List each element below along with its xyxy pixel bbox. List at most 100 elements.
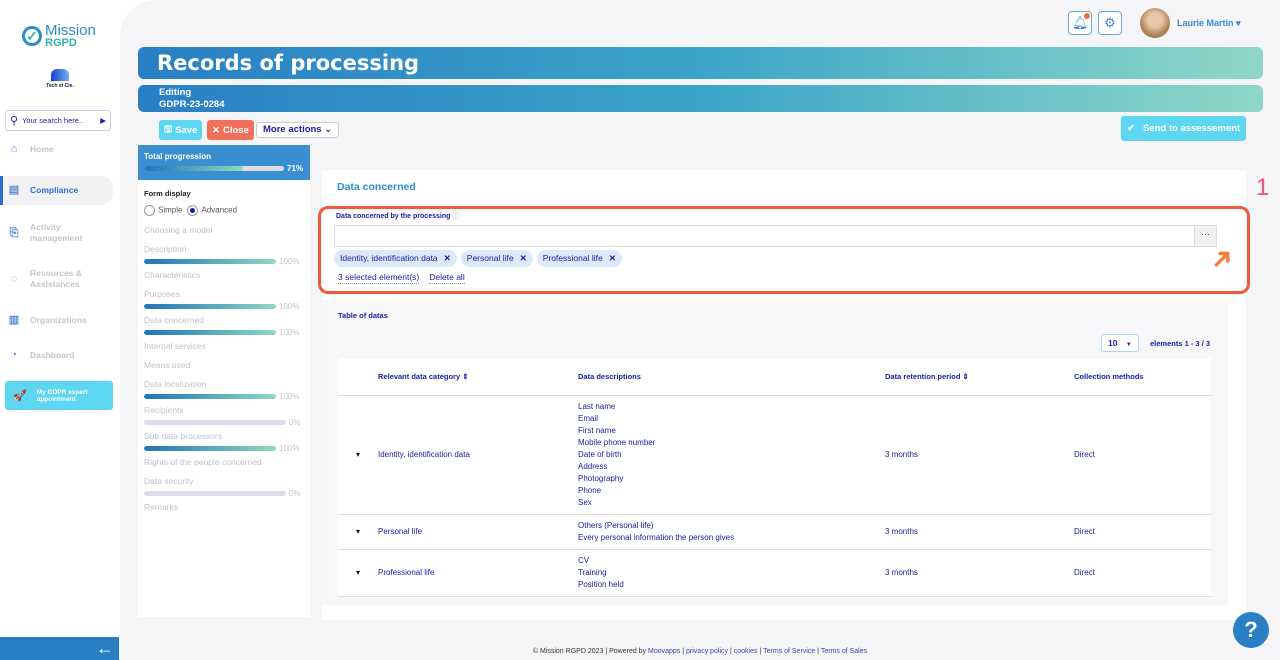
remove-chip-icon[interactable]: ✕ <box>609 253 616 263</box>
step-description[interactable]: Description 100% <box>138 244 310 266</box>
step-means-used[interactable]: Means used <box>138 360 310 370</box>
data-concerned-input[interactable]: ··· <box>334 225 1217 247</box>
sort-icon[interactable]: ⇕ <box>963 372 969 381</box>
copyright: © Mission RGPD 2023 | Powered by <box>532 648 649 655</box>
radio-simple[interactable]: Simple <box>144 205 182 216</box>
total-progress-value: 71% <box>287 164 304 173</box>
play-icon[interactable]: ▶ <box>100 116 106 125</box>
row-method: Direct <box>1074 549 1211 597</box>
save-button[interactable]: 🖫 Save <box>159 120 203 140</box>
page-size-select[interactable]: 10 ▼ <box>1101 334 1139 352</box>
total-progression: Total progression 71% <box>138 145 310 180</box>
record-reference: GDPR-23-0284 <box>159 99 225 110</box>
rocket-icon: 🚀 <box>13 390 27 402</box>
step-data-localization[interactable]: Data localization 100% <box>138 379 310 401</box>
step-data-concerned[interactable]: Data concerned 100% <box>138 315 310 337</box>
expand-row-icon[interactable]: ▾ <box>338 514 378 550</box>
gdpr-button-label: My GDPR expert appointment <box>36 388 88 403</box>
step-data-security[interactable]: Data security 0% <box>138 476 310 498</box>
more-actions-label: More actions <box>263 124 322 135</box>
step-progress-value: 0% <box>289 489 301 498</box>
step-recipients[interactable]: Recipients 0% <box>138 405 310 427</box>
step-label: Data concerned <box>144 315 205 325</box>
remove-chip-icon[interactable]: ✕ <box>520 253 527 263</box>
selected-count-link[interactable]: 3 selected element(s) <box>338 272 420 284</box>
table-section: Table of datas 10 ▼ elements 1 - 3 / 3 R… <box>322 300 1228 605</box>
step-sub-data-processors[interactable]: Sub data processors 100% <box>138 431 310 453</box>
more-actions-select[interactable]: More actions ⌄ <box>256 122 340 138</box>
moovapps-link[interactable]: Moovapps <box>648 648 680 655</box>
step-progress-bar <box>144 446 276 451</box>
row-description: Training <box>578 567 607 577</box>
table-row[interactable]: ▾ Personal life Others (Personal life) Ever… <box>338 514 1211 550</box>
step-label: Choosing a model <box>144 225 213 235</box>
header-retention[interactable]: Data retention period ⇕ <box>885 358 1074 396</box>
header-category[interactable]: Relevant data category ⇕ <box>378 358 578 396</box>
selected-chip: Professional life ✕ <box>536 250 622 267</box>
nav-item-home[interactable]: ⌂ Home <box>0 144 113 155</box>
nav-label: Dashboard <box>30 350 75 360</box>
row-retention: 3 months <box>885 549 1074 597</box>
sidebar: ✓ Mission RGPD Tech et Cie. ⚲ Your search h… <box>0 0 120 660</box>
nav-item-activity[interactable]: ⎘ Activity management <box>0 222 113 244</box>
row-description: Others (Personal life) <box>578 520 654 530</box>
elements-count: elements 1 - 3 / 3 <box>1150 339 1211 348</box>
mission-rgpd-logo[interactable]: ✓ Mission RGPD <box>22 23 96 49</box>
step-remarks[interactable]: Remarks <box>138 502 310 512</box>
table-row[interactable]: ▾ Identity, identification data Last name E… <box>338 395 1211 515</box>
sort-icon[interactable]: ⇕ <box>462 372 468 381</box>
check-icon: ✔ <box>1127 123 1135 134</box>
radio-advanced-label: Advanced <box>201 205 238 215</box>
close-icon: ✕ <box>212 124 220 136</box>
row-description: Position held <box>578 579 624 589</box>
cookies-link[interactable]: cookies <box>734 648 758 655</box>
user-name: Laurie Martin <box>1177 18 1234 28</box>
step-internal-services[interactable]: Internal services <box>138 341 310 351</box>
home-icon: ⌂ <box>10 143 18 155</box>
collapse-sidebar-button[interactable]: ← <box>0 637 119 660</box>
step-label: Recipients <box>144 405 184 415</box>
nav-item-organizations[interactable]: ▥ Organizations <box>0 315 113 326</box>
dashboard-icon: ◔ <box>10 349 18 361</box>
delete-all-link[interactable]: Delete all <box>429 272 465 284</box>
nav-item-dashboard[interactable]: ◔ Dashboard <box>0 350 113 361</box>
gdpr-expert-appointment-button[interactable]: 🚀 My GDPR expert appointment <box>5 381 113 410</box>
header-descriptions: Data descriptions <box>578 358 885 396</box>
terms-of-sales-link[interactable]: Terms of Sales <box>821 648 867 655</box>
step-choosing-a-model[interactable]: Choosing a model <box>138 225 310 235</box>
table-row[interactable]: ▾ Professional life CV Training Position hel… <box>338 549 1211 597</box>
nav-item-compliance[interactable]: ▤ Compliance <box>0 176 113 205</box>
avatar[interactable] <box>1140 8 1170 38</box>
step-characteristics[interactable]: Characteristics <box>138 270 310 280</box>
search-icon: ⚲ <box>10 115 19 127</box>
radio-advanced[interactable]: Advanced <box>187 205 237 216</box>
radio-circle-checked <box>187 205 199 216</box>
remove-chip-icon[interactable]: ✕ <box>444 253 451 263</box>
nav-label: Compliance <box>30 185 79 195</box>
expand-row-icon[interactable]: ▾ <box>338 549 378 597</box>
step-purposes[interactable]: Purposes 100% <box>138 289 310 311</box>
expand-row-icon[interactable]: ▾ <box>338 395 378 515</box>
nav-label: Resources & Assistances <box>30 268 82 289</box>
tos-link[interactable]: Terms of Service <box>763 648 815 655</box>
nav-item-resources[interactable]: ◌ Resources & Assistances <box>0 268 113 290</box>
row-description: Last name <box>578 401 616 411</box>
step-rights-of-the-people-concerned[interactable]: Rights of the people concerned <box>138 457 310 467</box>
user-menu[interactable]: Laurie Martin ▾ <box>1177 18 1241 29</box>
privacy-link[interactable]: privacy policy <box>686 648 728 655</box>
row-description: Mobile phone number <box>578 437 656 447</box>
radio-simple-label: Simple <box>158 205 183 215</box>
settings-button[interactable]: ⚙ <box>1098 11 1122 35</box>
step-label: Internal services <box>144 341 206 351</box>
search-input[interactable]: ⚲ Your search here.. ▶ <box>5 110 111 131</box>
step-label: Means used <box>144 360 191 370</box>
logo-text-bottom: RGPD <box>45 37 77 49</box>
step-progress-bar <box>144 259 276 264</box>
help-button[interactable]: ? <box>1233 612 1269 648</box>
send-to-assessment-button[interactable]: ✔ Send to assessement <box>1121 116 1246 141</box>
step-label: Data localization <box>144 379 207 389</box>
close-button[interactable]: ✕ Close <box>207 120 254 140</box>
chevron-down-icon: ▾ <box>1236 18 1241 28</box>
notifications-button[interactable]: 🔔︎ <box>1068 11 1092 35</box>
help-icon[interactable]: ⓘ <box>452 213 459 220</box>
